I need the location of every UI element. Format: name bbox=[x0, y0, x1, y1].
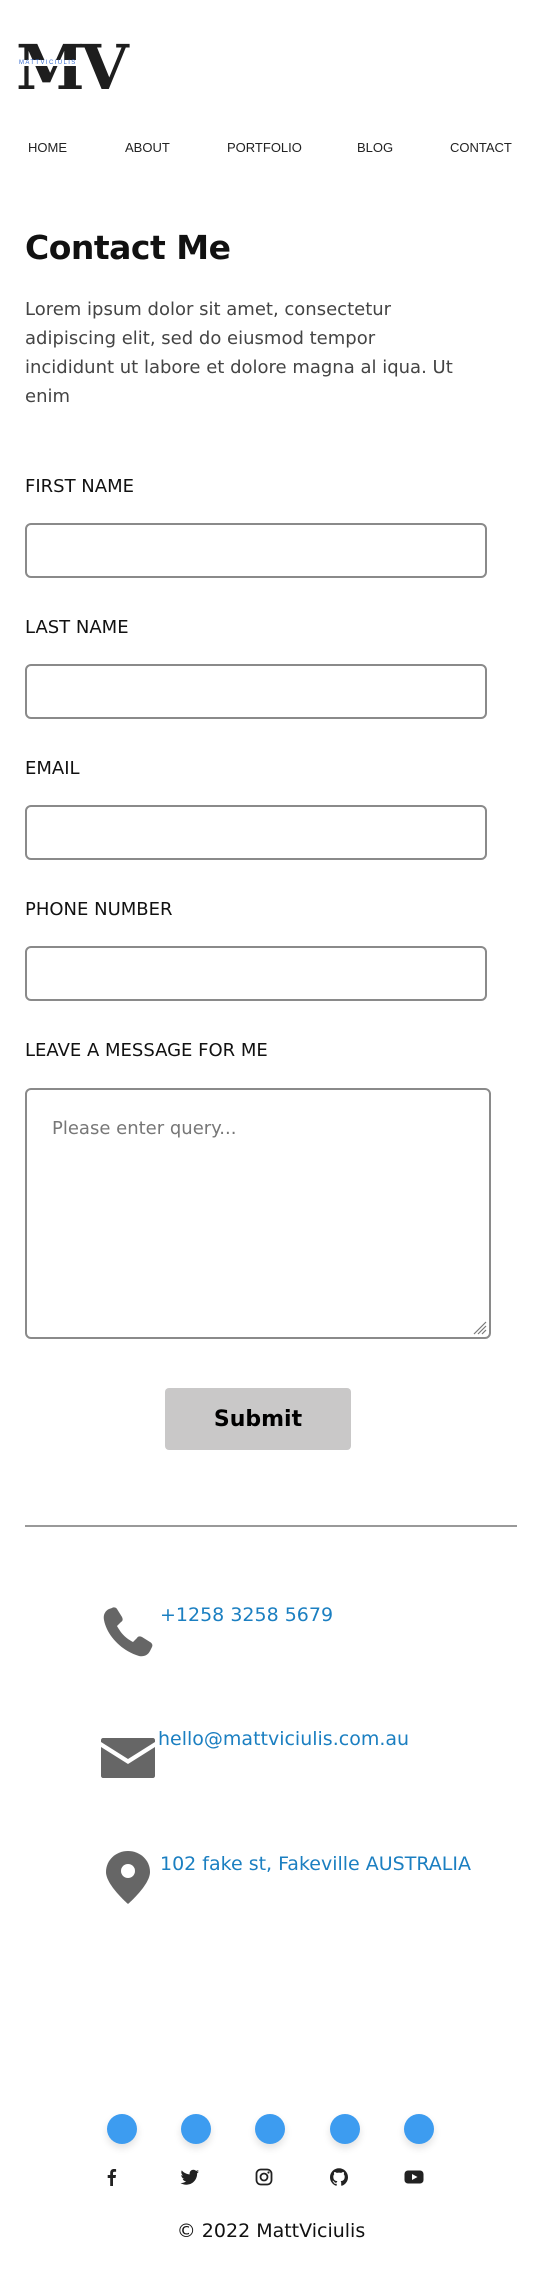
twitter-icon[interactable] bbox=[180, 2167, 200, 2187]
contact-email-link[interactable]: hello@mattviciulis.com.au bbox=[158, 1728, 409, 1750]
message-label: LEAVE A MESSAGE FOR ME bbox=[25, 1040, 268, 1061]
copyright: © 2022 MattViciulis bbox=[176, 2220, 366, 2242]
contact-phone-link[interactable]: +1258 3258 5679 bbox=[160, 1604, 333, 1626]
github-icon[interactable] bbox=[329, 2167, 349, 2187]
phone-field[interactable] bbox=[25, 946, 487, 1001]
page-title: Contact Me bbox=[25, 228, 231, 267]
logo-wordmark: MATTVICIULIS bbox=[18, 60, 78, 66]
message-textarea[interactable]: Please enter query... bbox=[25, 1088, 491, 1339]
site-logo[interactable]: MV MATTVICIULIS bbox=[16, 31, 129, 104]
social-button-youtube[interactable] bbox=[404, 2114, 434, 2144]
envelope-icon bbox=[101, 1738, 155, 1778]
social-button-facebook[interactable] bbox=[107, 2114, 137, 2144]
submit-button[interactable]: Submit bbox=[165, 1388, 351, 1450]
phone-label: PHONE NUMBER bbox=[25, 899, 173, 920]
nav-home[interactable]: HOME bbox=[28, 140, 67, 155]
message-placeholder: Please enter query... bbox=[52, 1118, 237, 1139]
location-pin-icon bbox=[106, 1851, 150, 1904]
first-name-field[interactable] bbox=[25, 523, 487, 578]
intro-text: Lorem ipsum dolor sit amet, consectetur … bbox=[25, 299, 453, 407]
social-button-github[interactable] bbox=[330, 2114, 360, 2144]
contact-address-link[interactable]: 102 fake st, Fakeville AUSTRALIA bbox=[160, 1853, 471, 1875]
main-nav: HOME ABOUT PORTFOLIO BLOG CONTACT bbox=[0, 140, 542, 160]
instagram-icon[interactable] bbox=[254, 2167, 274, 2187]
last-name-label: LAST NAME bbox=[25, 617, 129, 638]
section-divider bbox=[25, 1525, 517, 1527]
phone-icon bbox=[103, 1607, 153, 1657]
logo-mark: MV bbox=[16, 31, 129, 104]
nav-about[interactable]: ABOUT bbox=[125, 140, 170, 155]
last-name-field[interactable] bbox=[25, 664, 487, 719]
youtube-icon[interactable] bbox=[404, 2167, 424, 2187]
resize-handle-icon[interactable] bbox=[471, 1319, 487, 1335]
facebook-icon[interactable] bbox=[102, 2167, 122, 2187]
nav-portfolio[interactable]: PORTFOLIO bbox=[227, 140, 302, 155]
nav-blog[interactable]: BLOG bbox=[357, 140, 393, 155]
nav-contact[interactable]: CONTACT bbox=[450, 140, 512, 155]
email-label: EMAIL bbox=[25, 758, 80, 779]
social-button-instagram[interactable] bbox=[255, 2114, 285, 2144]
email-field[interactable] bbox=[25, 805, 487, 860]
first-name-label: FIRST NAME bbox=[25, 476, 134, 497]
social-button-twitter[interactable] bbox=[181, 2114, 211, 2144]
